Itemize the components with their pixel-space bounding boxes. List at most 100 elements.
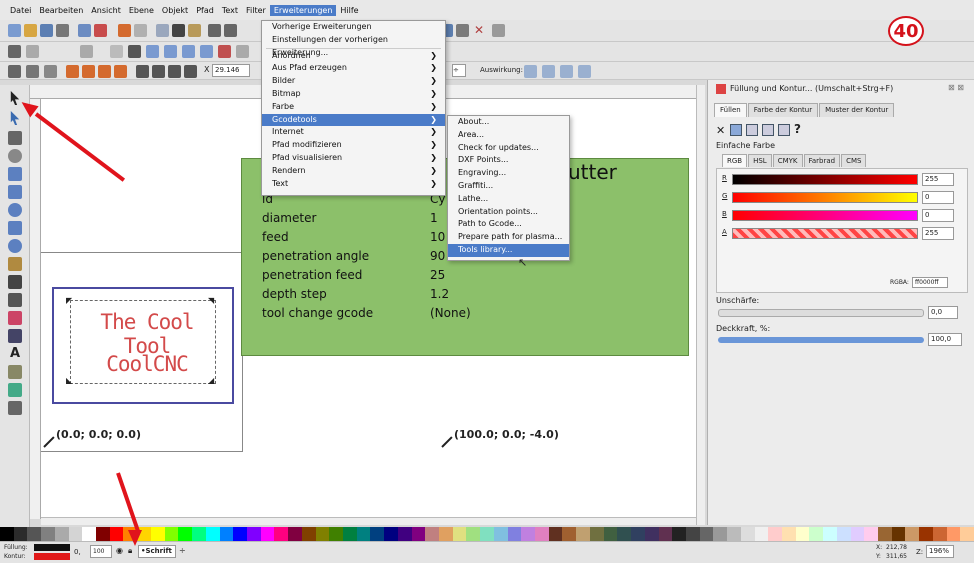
scale-stroke-icon[interactable] bbox=[524, 65, 537, 78]
menu-bearbeiten[interactable]: Bearbeiten bbox=[35, 5, 87, 16]
panel-tab[interactable]: Farbe der Kontur bbox=[747, 103, 819, 117]
palette-swatch[interactable] bbox=[397, 527, 412, 541]
import-icon[interactable] bbox=[78, 24, 91, 37]
palette-swatch[interactable] bbox=[205, 527, 220, 541]
text-line-2[interactable]: CoolCNC bbox=[72, 352, 222, 376]
snap-midpoint-icon[interactable] bbox=[110, 45, 123, 58]
palette-swatch[interactable] bbox=[754, 527, 769, 541]
gcodetools-menu-item[interactable]: Orientation points... bbox=[448, 206, 569, 219]
palette-swatch[interactable] bbox=[480, 527, 494, 541]
palette-swatch[interactable] bbox=[507, 527, 522, 541]
h-stepper[interactable]: ÷ bbox=[452, 64, 466, 77]
save-icon[interactable] bbox=[40, 24, 53, 37]
palette-swatch[interactable] bbox=[13, 527, 28, 541]
menu-filter[interactable]: Filter bbox=[242, 5, 270, 16]
palette-swatch[interactable] bbox=[356, 527, 371, 541]
palette-swatch[interactable] bbox=[370, 527, 385, 541]
rotate-cw-icon[interactable] bbox=[82, 65, 95, 78]
layer-dropdown-icon[interactable]: ÷ bbox=[179, 546, 186, 555]
menu-pfad[interactable]: Pfad bbox=[192, 5, 218, 16]
gcodetools-menu-item[interactable]: DXF Points... bbox=[448, 154, 569, 167]
new-document-icon[interactable] bbox=[8, 24, 21, 37]
gcodetools-menu-item[interactable]: Path to Gcode... bbox=[448, 218, 569, 231]
node-tool-icon[interactable] bbox=[10, 111, 20, 125]
snap-rotation-icon[interactable] bbox=[236, 45, 249, 58]
resize-handle-tr[interactable]: ◥ bbox=[208, 296, 214, 305]
ext-menu-item[interactable]: Vorherige Erweiterungen bbox=[262, 21, 445, 34]
palette-swatch[interactable] bbox=[439, 527, 453, 541]
palette-swatch[interactable] bbox=[246, 527, 261, 541]
horizontal-scrollbar[interactable] bbox=[41, 517, 696, 525]
zoom-icon[interactable] bbox=[208, 24, 221, 37]
palette-swatch[interactable] bbox=[713, 527, 728, 541]
lower-icon[interactable] bbox=[168, 65, 181, 78]
palette-swatch[interactable] bbox=[411, 527, 426, 541]
raise-icon[interactable] bbox=[152, 65, 165, 78]
blur-slider[interactable] bbox=[718, 309, 924, 317]
text-tool-icon[interactable]: A bbox=[8, 347, 22, 361]
flip-horizontal-icon[interactable] bbox=[98, 65, 111, 78]
visibility-icon[interactable]: ◉ bbox=[116, 546, 123, 555]
palette-swatch[interactable] bbox=[274, 527, 289, 541]
ext-menu-item[interactable]: Gcodetools ❯ bbox=[262, 113, 445, 127]
color-mode-tab[interactable]: Farbrad bbox=[803, 154, 841, 167]
stroke-width[interactable]: 0, bbox=[74, 548, 81, 556]
calligraphy-tool-icon[interactable] bbox=[8, 293, 22, 307]
dropper-tool-icon[interactable] bbox=[8, 401, 22, 415]
menu-ebene[interactable]: Ebene bbox=[125, 5, 158, 16]
flip-vertical-icon[interactable] bbox=[114, 65, 127, 78]
palette-swatch[interactable] bbox=[562, 527, 577, 541]
palette-swatch[interactable] bbox=[41, 527, 55, 541]
settings-icon[interactable] bbox=[492, 24, 505, 37]
palette-swatch[interactable] bbox=[164, 527, 179, 541]
palette-swatch[interactable] bbox=[535, 527, 549, 541]
palette-swatch[interactable] bbox=[109, 527, 124, 541]
palette-swatch[interactable] bbox=[315, 527, 330, 541]
snap-cusp-icon[interactable] bbox=[182, 45, 195, 58]
palette-swatch[interactable] bbox=[905, 527, 920, 541]
color-mode-tab[interactable]: RGB bbox=[722, 154, 748, 167]
snap-smooth-icon[interactable] bbox=[200, 45, 213, 58]
delete-icon[interactable]: ✕ bbox=[474, 23, 484, 37]
open-icon[interactable] bbox=[24, 24, 37, 37]
palette-swatch[interactable] bbox=[329, 527, 343, 541]
palette-swatch[interactable] bbox=[219, 527, 234, 541]
snap-intersection-icon[interactable] bbox=[164, 45, 177, 58]
ext-menu-item[interactable]: Bitmap ❯ bbox=[262, 88, 445, 101]
palette-swatch[interactable] bbox=[740, 527, 755, 541]
gcodetools-menu-item[interactable]: About... bbox=[448, 116, 569, 129]
palette-swatch[interactable] bbox=[932, 527, 947, 541]
color-mode-tab[interactable]: CMYK bbox=[772, 154, 803, 167]
palette-swatch[interactable] bbox=[878, 527, 892, 541]
stroke-swatch[interactable] bbox=[34, 553, 70, 560]
palette-swatch[interactable] bbox=[342, 527, 357, 541]
transform-gradients-icon[interactable] bbox=[560, 65, 573, 78]
transform-patterns-icon[interactable] bbox=[578, 65, 591, 78]
snap-toggle-icon[interactable] bbox=[8, 45, 21, 58]
channel-input[interactable]: 255 bbox=[922, 227, 954, 240]
palette-swatch[interactable] bbox=[672, 527, 686, 541]
palette-swatch[interactable] bbox=[960, 527, 974, 541]
x-input[interactable]: 29.146 bbox=[212, 64, 250, 77]
color-mode-tab[interactable]: CMS bbox=[841, 154, 867, 167]
channel-input[interactable]: 0 bbox=[922, 209, 954, 222]
palette-swatch[interactable] bbox=[301, 527, 316, 541]
palette-swatch[interactable] bbox=[493, 527, 508, 541]
palette-swatch[interactable] bbox=[452, 527, 467, 541]
panel-tab[interactable]: Füllen bbox=[714, 103, 747, 117]
palette-swatch[interactable] bbox=[809, 527, 824, 541]
ext-menu-item[interactable]: Anordnen ❯ bbox=[262, 50, 445, 63]
palette-swatch[interactable] bbox=[617, 527, 632, 541]
palette-swatch[interactable] bbox=[644, 527, 659, 541]
ext-menu-item[interactable]: Aus Pfad erzeugen ❯ bbox=[262, 62, 445, 75]
scale-corners-icon[interactable] bbox=[542, 65, 555, 78]
palette-swatch[interactable] bbox=[178, 527, 193, 541]
vertical-scrollbar[interactable] bbox=[696, 85, 705, 525]
pen-tool-icon[interactable] bbox=[8, 275, 22, 289]
palette-swatch[interactable] bbox=[589, 527, 604, 541]
lock-icon[interactable]: 🔒︎ bbox=[128, 546, 132, 556]
color-mode-tab[interactable]: HSL bbox=[748, 154, 772, 167]
gcodetools-menu-item[interactable]: Lathe... bbox=[448, 193, 569, 206]
panel-tab[interactable]: Muster der Kontur bbox=[819, 103, 895, 117]
3d-box-tool-icon[interactable] bbox=[8, 185, 22, 199]
